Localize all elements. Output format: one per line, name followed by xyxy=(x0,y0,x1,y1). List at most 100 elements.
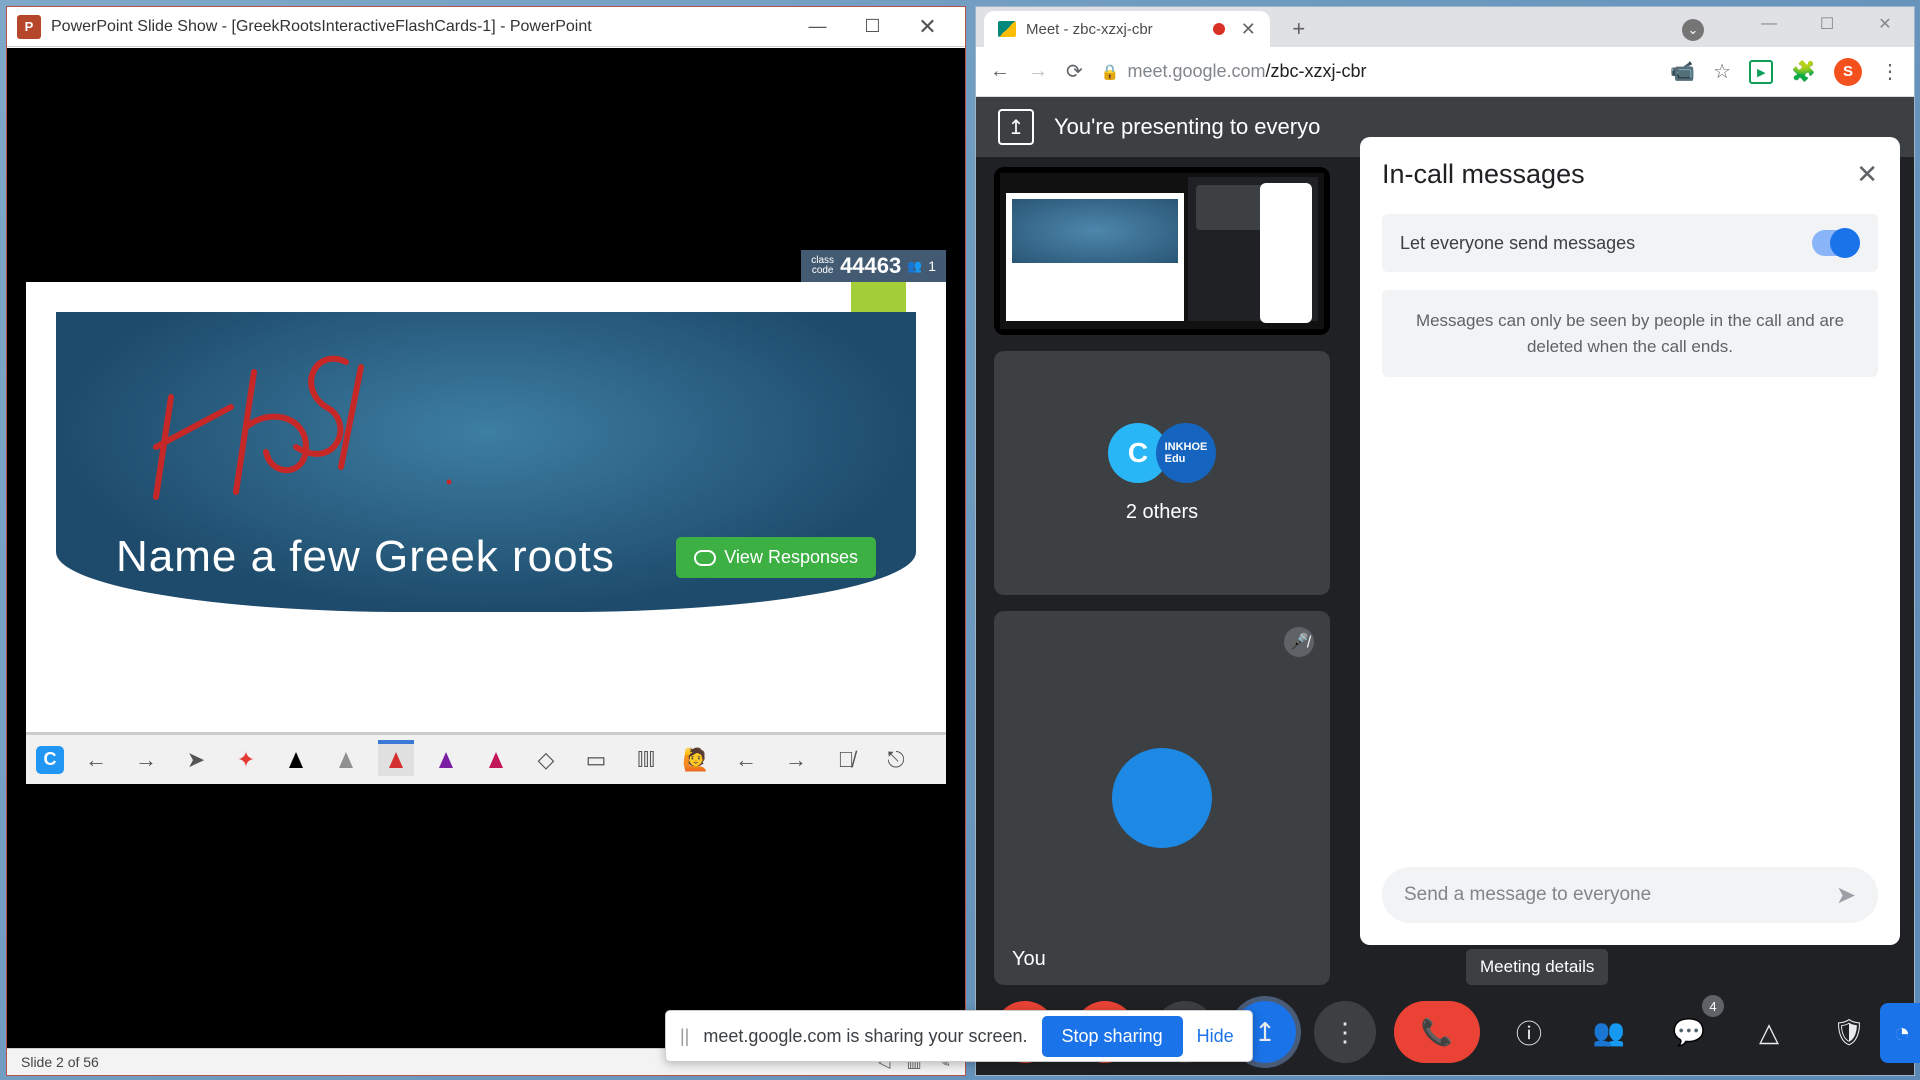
people-button[interactable]: 👥 xyxy=(1578,1001,1640,1063)
self-tile[interactable]: 🎤̸ You xyxy=(994,611,1330,985)
chat-input-placeholder: Send a message to everyone xyxy=(1404,884,1651,906)
lock-icon: 🔒 xyxy=(1101,63,1120,81)
self-avatar-icon xyxy=(1112,748,1212,848)
prev-arrow-button[interactable]: ← xyxy=(78,742,114,778)
new-tab-button[interactable]: + xyxy=(1284,14,1314,44)
send-icon[interactable]: ➤ xyxy=(1836,881,1856,910)
slide: class code 44463 👥 1 Name a few Greek ro… xyxy=(26,282,946,784)
leave-call-button[interactable]: 📞 xyxy=(1394,1001,1480,1063)
time-indicator-icon[interactable]: ◔ xyxy=(1880,1003,1920,1063)
chrome-close-button[interactable]: ✕ xyxy=(1856,7,1914,41)
extensions-puzzle-icon[interactable]: 🧩 xyxy=(1791,59,1816,84)
minimize-button[interactable]: — xyxy=(790,8,845,46)
pen-purple[interactable] xyxy=(428,742,464,778)
participant-count: 1 xyxy=(928,258,936,274)
presenting-text: You're presenting to everyo xyxy=(1054,114,1320,140)
slideshow-stage: class code 44463 👥 1 Name a few Greek ro… xyxy=(7,48,965,1048)
meet-body: ↥ You're presenting to everyo C INKHOEEd… xyxy=(976,97,1914,1075)
chat-input[interactable]: Send a message to everyone ➤ xyxy=(1382,867,1878,923)
chrome-toolbar: ← → ⟳ 🔒 meet.google.com/zbc-xzxj-cbr 📹 ☆… xyxy=(976,47,1914,97)
bookmark-star-icon[interactable]: ☆ xyxy=(1713,59,1731,84)
class-code-value: 44463 xyxy=(840,253,901,279)
slide-counter: Slide 2 of 56 xyxy=(21,1054,99,1070)
mic-off-icon: 🎤̸ xyxy=(1284,627,1314,657)
maximize-button[interactable]: ☐ xyxy=(845,8,900,46)
browser-tab[interactable]: Meet - zbc-xzxj-cbr ✕ xyxy=(984,11,1270,47)
close-button[interactable]: ✕ xyxy=(900,8,955,46)
chat-button[interactable]: 💬 4 xyxy=(1658,1001,1720,1063)
presentation-thumbnail xyxy=(1000,173,1324,329)
view-responses-label: View Responses xyxy=(724,547,858,568)
class-code-label: class code xyxy=(811,256,834,276)
view-responses-button[interactable]: View Responses xyxy=(676,537,876,578)
host-controls-button[interactable]: 🛡 xyxy=(1818,1001,1880,1063)
chrome-tabstrip: Meet - zbc-xzxj-cbr ✕ + ⌄ — ☐ ✕ xyxy=(976,7,1914,47)
profile-avatar[interactable]: S xyxy=(1834,58,1862,86)
back-button[interactable]: ← xyxy=(990,60,1010,83)
powerpoint-window: P PowerPoint Slide Show - [GreekRootsInt… xyxy=(6,6,966,1076)
chat-close-button[interactable]: ✕ xyxy=(1856,159,1878,190)
exit-tool[interactable]: ⎋ xyxy=(878,742,914,778)
drag-handle-icon[interactable]: || xyxy=(680,1026,689,1047)
in-call-messages-panel: In-call messages ✕ Let everyone send mes… xyxy=(1360,137,1900,945)
class-code-badge: class code 44463 👥 1 xyxy=(801,250,946,282)
tab-close-icon[interactable]: ✕ xyxy=(1241,19,1256,40)
pen-black[interactable] xyxy=(278,742,314,778)
sharing-text: meet.google.com is sharing your screen. xyxy=(703,1026,1027,1047)
whiteboard-tool[interactable]: ▭ xyxy=(578,742,614,778)
pen-red[interactable] xyxy=(378,740,414,776)
meeting-details-tooltip: Meeting details xyxy=(1466,949,1608,985)
video-tiles: C INKHOEEdu 2 others 🎤̸ You xyxy=(994,167,1330,985)
people-icon: 👥 xyxy=(907,259,922,273)
toggle-label: Let everyone send messages xyxy=(1400,233,1635,254)
presentation-tile[interactable] xyxy=(994,167,1330,335)
url-path: /zbc-xzxj-cbr xyxy=(1266,61,1367,81)
self-label: You xyxy=(1012,948,1046,971)
classpoint-toolbar: C ← → ➤ ✦ ◇ ▭ ⫿⫿⫿ 🙋 ← → 👁̸ xyxy=(26,732,946,784)
slide-title: Name a few Greek roots xyxy=(116,532,615,582)
forward-button[interactable]: → xyxy=(1028,60,1048,83)
address-bar[interactable]: 🔒 meet.google.com/zbc-xzxj-cbr xyxy=(1101,61,1652,82)
hide-sharing-button[interactable]: Hide xyxy=(1197,1026,1234,1047)
ppt-window-title: PowerPoint Slide Show - [GreekRootsInter… xyxy=(51,18,790,36)
ink-annotation xyxy=(96,317,496,517)
tab-title: Meet - zbc-xzxj-cbr xyxy=(1026,21,1153,38)
present-screen-icon: ↥ xyxy=(998,109,1034,145)
more-options-button[interactable]: ⋮ xyxy=(1314,1001,1376,1063)
pick-name-tool[interactable]: 🙋 xyxy=(678,742,714,778)
extension-icon[interactable]: ▸ xyxy=(1749,60,1773,84)
recording-indicator-icon xyxy=(1213,23,1225,35)
nav-right[interactable]: → xyxy=(778,742,814,778)
laser-tool[interactable]: ✦ xyxy=(228,742,264,778)
next-arrow-button[interactable]: → xyxy=(128,742,164,778)
others-tile[interactable]: C INKHOEEdu 2 others xyxy=(994,351,1330,595)
chrome-menu-icon[interactable]: ⋮ xyxy=(1880,59,1900,84)
meet-favicon-icon xyxy=(998,21,1016,37)
avatar-icon: INKHOEEdu xyxy=(1156,423,1216,483)
pen-magenta[interactable] xyxy=(478,742,514,778)
meeting-details-button[interactable]: ⓘ xyxy=(1498,1001,1560,1063)
highlighter[interactable] xyxy=(328,742,364,778)
chat-unread-badge: 4 xyxy=(1702,995,1724,1017)
pointer-tool[interactable]: ➤ xyxy=(178,742,214,778)
classpoint-icon[interactable]: C xyxy=(36,746,64,774)
hide-ink-tool[interactable]: 👁̸ xyxy=(828,742,864,778)
poll-tool[interactable]: ⫿⫿⫿ xyxy=(628,742,664,778)
others-avatars: C INKHOEEdu xyxy=(1114,423,1210,483)
ppt-titlebar: P PowerPoint Slide Show - [GreekRootsInt… xyxy=(7,7,965,47)
nav-left[interactable]: ← xyxy=(728,742,764,778)
reload-button[interactable]: ⟳ xyxy=(1066,59,1083,84)
allow-messages-toggle[interactable] xyxy=(1812,230,1860,256)
screen-sharing-bar: || meet.google.com is sharing your scree… xyxy=(665,1010,1253,1062)
tab-search-icon[interactable]: ⌄ xyxy=(1682,19,1704,41)
camera-indicator-icon[interactable]: 📹 xyxy=(1670,59,1695,84)
eraser-tool[interactable]: ◇ xyxy=(528,742,564,778)
chat-info-text: Messages can only be seen by people in t… xyxy=(1382,290,1878,377)
url-host: meet.google.com xyxy=(1127,61,1265,81)
chrome-minimize-button[interactable]: — xyxy=(1740,7,1798,41)
others-label: 2 others xyxy=(1126,501,1198,524)
activities-button[interactable]: △ xyxy=(1738,1001,1800,1063)
stop-sharing-button[interactable]: Stop sharing xyxy=(1042,1016,1183,1057)
chrome-maximize-button[interactable]: ☐ xyxy=(1798,7,1856,41)
cloud-icon xyxy=(694,550,716,566)
